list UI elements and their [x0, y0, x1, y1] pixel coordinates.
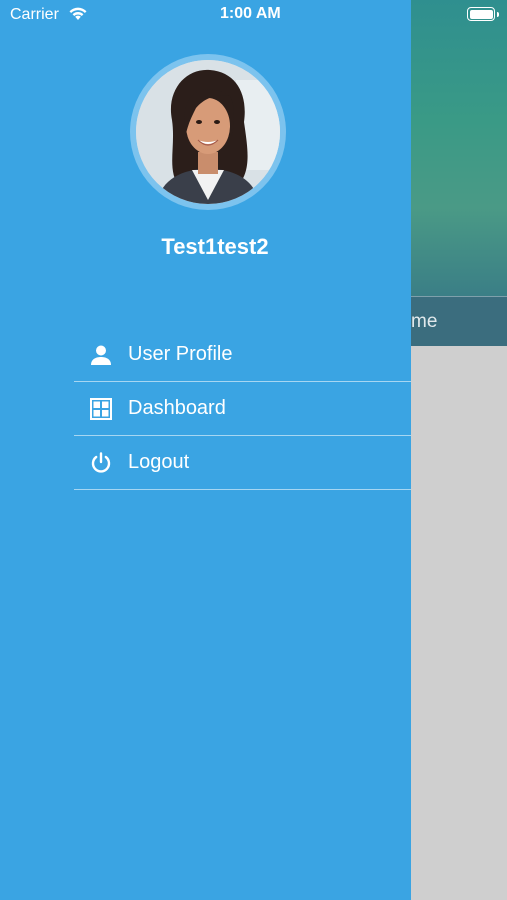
- menu-item-label: Dashboard: [128, 397, 226, 419]
- menu-item-user-profile[interactable]: User Profile: [74, 328, 411, 382]
- drawer-menu: User Profile Dashboard Logout: [74, 328, 411, 490]
- wifi-icon: [68, 6, 88, 26]
- menu-item-dashboard[interactable]: Dashboard: [74, 382, 411, 436]
- avatar-photo: [136, 60, 280, 204]
- person-icon: [89, 343, 113, 367]
- carrier-label: Carrier: [10, 6, 59, 23]
- navigation-drawer: Test1test2 User Profile Dashboard Logout: [0, 0, 411, 900]
- menu-item-logout[interactable]: Logout: [74, 436, 411, 490]
- avatar[interactable]: [130, 54, 286, 210]
- grid-icon: [89, 397, 113, 421]
- user-name: Test1test2: [161, 234, 269, 259]
- menu-item-label: User Profile: [128, 343, 233, 365]
- background-tab-label[interactable]: me: [411, 311, 437, 333]
- menu-item-label: Logout: [128, 451, 190, 473]
- power-icon: [89, 451, 113, 475]
- clock: 1:00 AM: [220, 5, 281, 22]
- status-bar: Carrier 1:00 AM: [0, 0, 507, 30]
- battery-icon: [467, 7, 499, 21]
